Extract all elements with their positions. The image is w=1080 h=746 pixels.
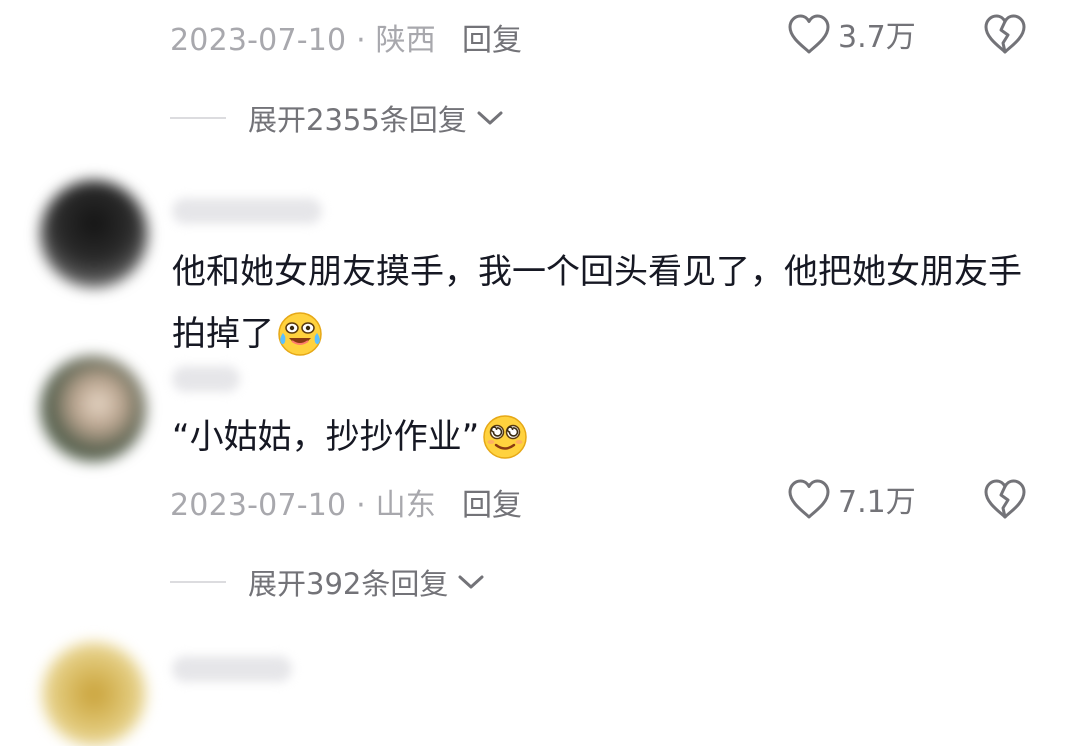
like-count: 7.1万	[838, 485, 916, 520]
chevron-down-icon	[448, 571, 486, 593]
heart-icon	[786, 477, 832, 521]
comment-meta: 2023-07-10 · 山东	[170, 480, 436, 524]
avatar[interactable]	[40, 180, 148, 288]
dislike-button[interactable]	[982, 477, 1028, 521]
avatar[interactable]	[40, 356, 146, 462]
broken-heart-icon	[982, 12, 1028, 56]
meta-separator: ·	[346, 488, 376, 523]
reply-button[interactable]: 回复	[462, 15, 522, 59]
dislike-button[interactable]	[982, 12, 1028, 56]
like-button[interactable]: 3.7万	[786, 12, 916, 56]
comment-body: “小姑姑，抄抄作业”	[172, 417, 480, 457]
username[interactable]	[172, 366, 240, 392]
like-count: 3.7万	[838, 20, 916, 55]
comment-text: “小姑姑，抄抄作业”	[172, 406, 1032, 468]
dizzy-smile-emoji-icon	[481, 412, 529, 460]
like-button[interactable]: 7.1万	[786, 477, 916, 521]
comment-text: 他和她女朋友摸手，我一个回头看见了，他把她女朋友手拍掉了	[172, 241, 1032, 365]
divider-line	[170, 581, 226, 583]
crying-laughing-emoji-icon	[276, 309, 324, 357]
divider-line	[170, 117, 226, 119]
comment-location: 陕西	[375, 23, 436, 58]
avatar[interactable]	[42, 642, 146, 746]
broken-heart-icon	[982, 477, 1028, 521]
chevron-down-icon	[467, 107, 505, 129]
meta-separator: ·	[346, 23, 376, 58]
heart-icon	[786, 12, 832, 56]
comment-location: 山东	[375, 488, 436, 523]
comment-meta: 2023-07-10 · 陕西	[170, 15, 436, 59]
comment-date: 2023-07-10	[170, 488, 347, 523]
expand-replies[interactable]: 展开2355条回复	[170, 97, 505, 139]
reply-button[interactable]: 回复	[462, 480, 522, 524]
expand-replies-label: 展开2355条回复	[248, 103, 467, 137]
username[interactable]	[172, 656, 292, 682]
expand-replies[interactable]: 展开392条回复	[170, 561, 486, 603]
comment-date: 2023-07-10	[170, 23, 347, 58]
username[interactable]	[172, 198, 322, 224]
expand-replies-label: 展开392条回复	[248, 567, 449, 601]
